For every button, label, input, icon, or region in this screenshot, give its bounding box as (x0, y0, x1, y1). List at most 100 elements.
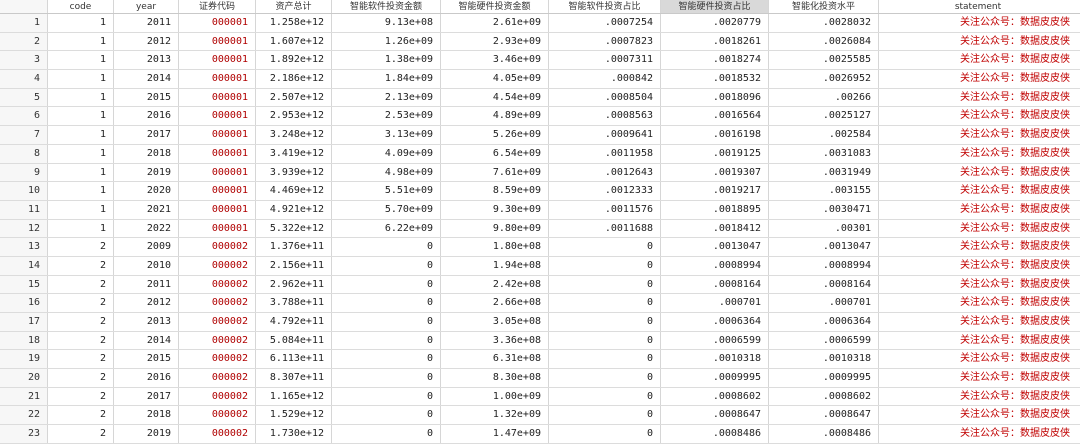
software-ratio-cell[interactable]: .0007254 (549, 14, 661, 32)
table-row[interactable]: 23 2 2019 000002 1.730e+12 0 1.47e+09 0.0008486… (0, 425, 1080, 444)
row-number[interactable]: 6 (0, 107, 48, 126)
year-cell[interactable]: 2016 (114, 107, 179, 126)
code-cell[interactable]: 2 (48, 387, 114, 406)
statement-cell[interactable]: 关注公众号：数据皮皮侠 (879, 14, 1080, 32)
row-number[interactable]: 15 (0, 275, 48, 294)
hardware-investment-cell[interactable]: 1.80e+08 (441, 238, 549, 256)
hardware-investment-cell[interactable]: 6.31e+08 (441, 350, 549, 369)
statement-cell[interactable]: 关注公众号：数据皮皮侠 (879, 294, 1080, 312)
year-cell[interactable]: 2015 (114, 88, 179, 107)
row-number[interactable]: 14 (0, 256, 48, 275)
hardware-investment-cell[interactable]: 9.30e+09 (441, 200, 549, 219)
year-cell[interactable]: 2014 (114, 70, 179, 88)
code-cell[interactable]: 2 (48, 256, 114, 275)
year-cell[interactable]: 2017 (114, 387, 179, 406)
total-assets-cell[interactable]: 4.469e+12 (256, 182, 332, 200)
hardware-investment-cell[interactable]: 2.42e+08 (441, 275, 549, 294)
intelligence-level-cell[interactable]: .0031949 (769, 163, 879, 182)
security-code-cell[interactable]: 000001 (179, 14, 256, 32)
security-code-cell[interactable]: 000002 (179, 406, 256, 425)
software-investment-cell[interactable]: 0 (332, 387, 441, 406)
statement-cell[interactable]: 关注公众号：数据皮皮侠 (879, 145, 1080, 163)
security-code-cell[interactable]: 000002 (179, 331, 256, 350)
software-ratio-cell[interactable]: .0011958 (549, 144, 661, 163)
hardware-ratio-cell[interactable]: .0019125 (661, 144, 769, 163)
row-number[interactable]: 8 (0, 144, 48, 163)
statement-cell[interactable]: 关注公众号：数据皮皮侠 (879, 369, 1080, 387)
intelligence-level-cell[interactable]: .0028032 (769, 14, 879, 32)
year-cell[interactable]: 2016 (114, 369, 179, 387)
table-row[interactable]: 10 1 2020 000001 4.469e+12 5.51e+09 8.59e+09.0… (0, 182, 1080, 201)
software-investment-cell[interactable]: 0 (332, 406, 441, 425)
statement-cell[interactable]: 关注公众号：数据皮皮侠 (879, 406, 1080, 424)
column-header-security-code[interactable]: 证券代码 (179, 0, 256, 13)
row-number[interactable]: 11 (0, 200, 48, 219)
security-code-cell[interactable]: 000002 (179, 387, 256, 406)
hardware-investment-cell[interactable]: 7.61e+09 (441, 163, 549, 182)
code-cell[interactable]: 1 (48, 70, 114, 88)
software-investment-cell[interactable]: 5.70e+09 (332, 200, 441, 219)
software-ratio-cell[interactable]: .0012333 (549, 182, 661, 200)
intelligence-level-cell[interactable]: .000701 (769, 294, 879, 312)
year-cell[interactable]: 2021 (114, 200, 179, 219)
intelligence-level-cell[interactable]: .0031083 (769, 144, 879, 163)
column-header-hardware-ratio[interactable]: 智能硬件投资占比 (661, 0, 769, 13)
hardware-ratio-cell[interactable]: .0018412 (661, 219, 769, 238)
security-code-cell[interactable]: 000001 (179, 70, 256, 88)
hardware-investment-cell[interactable]: 3.46e+09 (441, 51, 549, 70)
row-number[interactable]: 10 (0, 182, 48, 200)
hardware-ratio-cell[interactable]: .0010318 (661, 350, 769, 369)
software-investment-cell[interactable]: 0 (332, 369, 441, 387)
statement-cell[interactable]: 关注公众号：数据皮皮侠 (879, 201, 1080, 219)
row-number[interactable]: 18 (0, 331, 48, 350)
row-number[interactable]: 17 (0, 313, 48, 331)
statement-cell[interactable]: 关注公众号：数据皮皮侠 (879, 220, 1080, 238)
hardware-ratio-cell[interactable]: .0018274 (661, 51, 769, 70)
security-code-cell[interactable]: 000001 (179, 200, 256, 219)
code-cell[interactable]: 2 (48, 369, 114, 387)
year-cell[interactable]: 2018 (114, 406, 179, 425)
intelligence-level-cell[interactable]: .0006364 (769, 313, 879, 331)
software-ratio-cell[interactable]: 0 (549, 406, 661, 425)
software-investment-cell[interactable]: 0 (332, 425, 441, 443)
software-ratio-cell[interactable]: 0 (549, 313, 661, 331)
software-ratio-cell[interactable]: 0 (549, 369, 661, 387)
hardware-ratio-cell[interactable]: .0008994 (661, 256, 769, 275)
total-assets-cell[interactable]: 1.730e+12 (256, 425, 332, 443)
hardware-ratio-cell[interactable]: .000701 (661, 294, 769, 312)
hardware-investment-cell[interactable]: 4.05e+09 (441, 70, 549, 88)
table-row[interactable]: 4 1 2014 000001 2.186e+12 1.84e+09 4.05e+09.00… (0, 70, 1080, 89)
intelligence-level-cell[interactable]: .0006599 (769, 331, 879, 350)
hardware-investment-cell[interactable]: 3.36e+08 (441, 331, 549, 350)
row-number[interactable]: 12 (0, 219, 48, 238)
intelligence-level-cell[interactable]: .0013047 (769, 238, 879, 256)
security-code-cell[interactable]: 000001 (179, 107, 256, 126)
column-header-software-investment[interactable]: 智能软件投资金额 (332, 0, 441, 13)
software-investment-cell[interactable]: 4.98e+09 (332, 163, 441, 182)
row-number[interactable]: 1 (0, 14, 48, 32)
intelligence-level-cell[interactable]: .00266 (769, 88, 879, 107)
column-header-statement[interactable]: statement (879, 0, 1080, 13)
table-row[interactable]: 21 2 2017 000002 1.165e+12 0 1.00e+09 0.0008602… (0, 387, 1080, 407)
code-cell[interactable]: 2 (48, 331, 114, 350)
software-ratio-cell[interactable]: .0009641 (549, 126, 661, 144)
software-investment-cell[interactable]: 4.09e+09 (332, 144, 441, 163)
table-row[interactable]: 16 2 2012 000002 3.788e+11 0 2.66e+08 0.000701.… (0, 294, 1080, 313)
hardware-ratio-cell[interactable]: .0019217 (661, 182, 769, 200)
row-number[interactable]: 22 (0, 406, 48, 425)
software-ratio-cell[interactable]: .0007311 (549, 51, 661, 70)
software-investment-cell[interactable]: 9.13e+08 (332, 14, 441, 32)
security-code-cell[interactable]: 000001 (179, 144, 256, 163)
code-cell[interactable]: 1 (48, 32, 114, 51)
software-ratio-cell[interactable]: 0 (549, 275, 661, 294)
code-cell[interactable]: 1 (48, 88, 114, 107)
hardware-investment-cell[interactable]: 6.54e+09 (441, 144, 549, 163)
security-code-cell[interactable]: 000002 (179, 238, 256, 256)
statement-cell[interactable]: 关注公众号：数据皮皮侠 (879, 126, 1080, 144)
code-cell[interactable]: 1 (48, 107, 114, 126)
code-cell[interactable]: 2 (48, 425, 114, 443)
hardware-investment-cell[interactable]: 1.32e+09 (441, 406, 549, 425)
year-cell[interactable]: 2014 (114, 331, 179, 350)
table-row[interactable]: 15 2 2011 000002 2.962e+11 0 2.42e+08 0.0008164… (0, 275, 1080, 295)
software-investment-cell[interactable]: 1.38e+09 (332, 51, 441, 70)
